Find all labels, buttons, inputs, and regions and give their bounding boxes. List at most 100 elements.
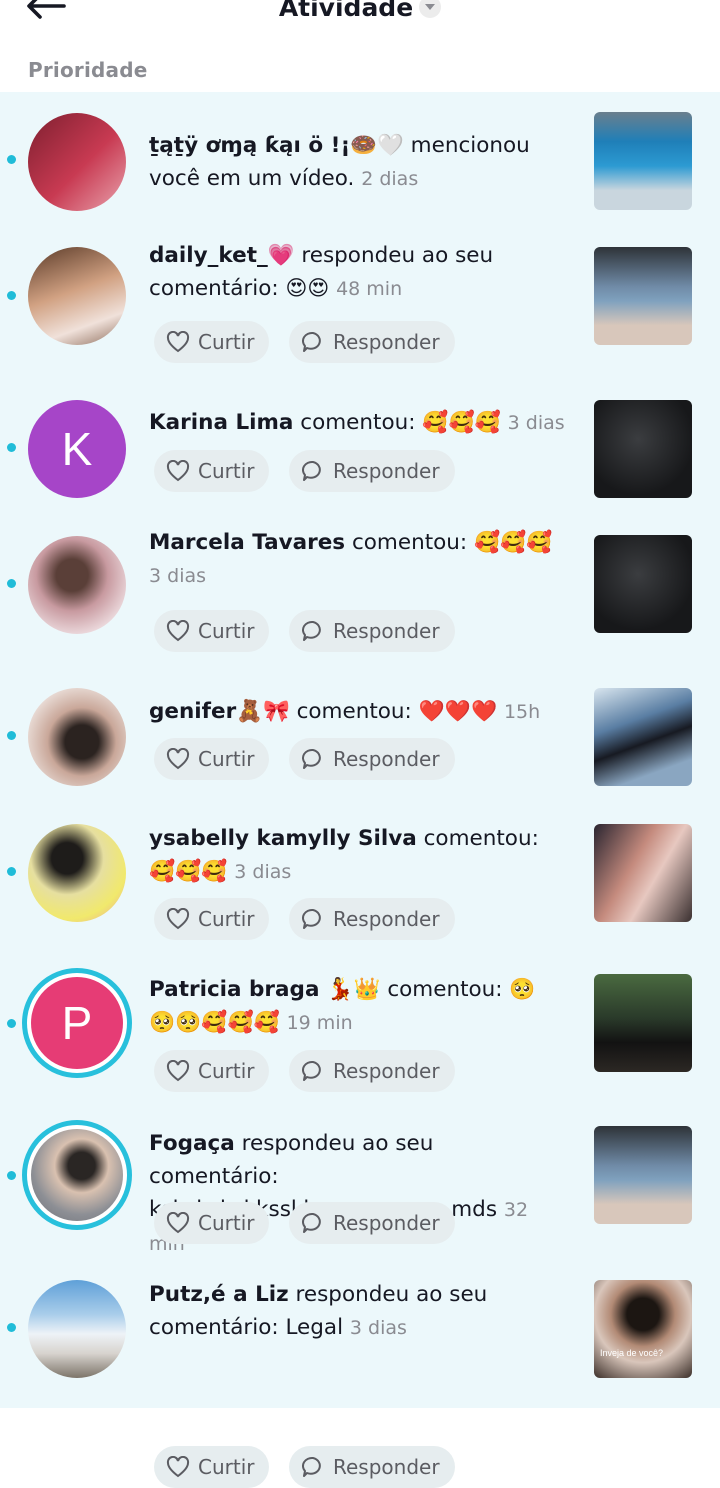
activity-action: comentou:: [423, 826, 539, 851]
top-bar: Atividade: [0, 0, 720, 40]
action-row: Curtir Responder: [154, 1050, 455, 1092]
timestamp: 15h: [503, 701, 541, 723]
reply-button[interactable]: Responder: [289, 610, 455, 652]
reply-button[interactable]: Responder: [289, 1202, 455, 1244]
reply-button[interactable]: Responder: [289, 321, 455, 363]
reply-label: Responder: [333, 747, 440, 771]
user-name[interactable]: Patricia braga 💃👑: [149, 977, 380, 1002]
activity-text: Karina Lima comentou: 🥰🥰🥰 3 dias: [149, 406, 569, 440]
reply-label: Responder: [333, 1455, 440, 1479]
avatar[interactable]: K: [28, 400, 126, 498]
action-row: Curtir Responder: [154, 450, 455, 492]
activity-list: ṯąṯÿ ơɱą ƙąı ö !¡🍩🤍 mencionou você em um…: [0, 92, 720, 1488]
activity-text: Putz,é a Liz respondeu ao seu comentário…: [149, 1278, 569, 1345]
user-name[interactable]: genifer🧸🎀: [149, 699, 290, 724]
unread-dot: [7, 1171, 16, 1180]
activity-action: comentou:: [296, 699, 412, 724]
page-title-label: Atividade: [278, 0, 414, 22]
caret-down-icon: [419, 0, 442, 18]
unread-dot: [7, 867, 16, 876]
video-thumbnail[interactable]: [594, 1126, 692, 1224]
like-label: Curtir: [198, 619, 255, 643]
page-title[interactable]: Atividade: [0, 0, 720, 26]
unread-dot: [7, 731, 16, 740]
heart-icon: [166, 331, 190, 353]
user-name[interactable]: daily_ket_💗: [149, 243, 295, 268]
heart-icon: [166, 620, 190, 642]
action-row: Curtir Responder: [154, 610, 455, 652]
unread-dot: [7, 1323, 16, 1332]
timestamp: 3 dias: [149, 565, 207, 587]
avatar[interactable]: [22, 1120, 132, 1230]
comment-bubble-icon: [302, 331, 321, 352]
comment-text: 🥰🥰🥰: [474, 530, 553, 554]
unread-dot: [7, 291, 16, 300]
like-label: Curtir: [198, 1455, 255, 1479]
comment-text: 🥰🥰🥰: [149, 859, 228, 883]
like-label: Curtir: [198, 459, 255, 483]
reply-button[interactable]: Responder: [289, 898, 455, 940]
like-label: Curtir: [198, 747, 255, 771]
unread-dot: [7, 443, 16, 452]
comment-text: 😍😍: [285, 276, 330, 300]
avatar[interactable]: [28, 824, 126, 922]
like-button[interactable]: Curtir: [154, 450, 269, 492]
user-name[interactable]: ysabelly kamylly Silva: [149, 826, 417, 851]
video-thumbnail[interactable]: [594, 247, 692, 345]
unread-dot: [7, 579, 16, 588]
video-thumbnail[interactable]: Inveja de você?: [594, 1280, 692, 1378]
activity-text: daily_ket_💗 respondeu ao seu comentário:…: [149, 239, 569, 306]
activity-text: genifer🧸🎀 comentou: ❤️❤️❤️ 15h: [149, 695, 569, 729]
unread-dot: [7, 155, 16, 164]
like-button[interactable]: Curtir: [154, 1446, 269, 1488]
like-button[interactable]: Curtir: [154, 1202, 269, 1244]
reply-button[interactable]: Responder: [289, 1050, 455, 1092]
comment-bubble-icon: [302, 460, 321, 481]
video-thumbnail[interactable]: [594, 688, 692, 786]
like-label: Curtir: [198, 907, 255, 931]
avatar-initial: P: [31, 977, 123, 1069]
avatar[interactable]: [28, 688, 126, 786]
timestamp: 48 min: [336, 278, 403, 300]
user-name[interactable]: Karina Lima: [149, 410, 293, 435]
like-label: Curtir: [198, 1211, 255, 1235]
video-thumbnail[interactable]: [594, 112, 692, 210]
heart-icon: [166, 1060, 190, 1082]
video-thumbnail[interactable]: [594, 824, 692, 922]
avatar[interactable]: [28, 247, 126, 345]
user-name[interactable]: Fogaça: [149, 1131, 235, 1156]
like-button[interactable]: Curtir: [154, 1050, 269, 1092]
action-row: Curtir Responder: [154, 321, 455, 363]
timestamp: 3 dias: [234, 861, 292, 883]
reply-label: Responder: [333, 330, 440, 354]
action-row: Curtir Responder: [154, 898, 455, 940]
user-name[interactable]: Putz,é a Liz: [149, 1282, 289, 1307]
avatar[interactable]: [28, 113, 126, 211]
reply-button[interactable]: Responder: [289, 1446, 455, 1488]
action-row: Curtir Responder: [154, 738, 455, 780]
like-button[interactable]: Curtir: [154, 610, 269, 652]
activity-action: comentou:: [351, 530, 468, 555]
like-button[interactable]: Curtir: [154, 321, 269, 363]
reply-button[interactable]: Responder: [289, 450, 455, 492]
avatar[interactable]: [28, 1280, 126, 1378]
user-name[interactable]: Marcela Tavares: [149, 530, 345, 555]
video-thumbnail[interactable]: [594, 535, 692, 633]
video-thumbnail[interactable]: [594, 974, 692, 1072]
heart-icon: [166, 460, 190, 482]
comment-bubble-icon: [302, 1212, 321, 1233]
avatar[interactable]: [28, 536, 126, 634]
timestamp: 2 dias: [361, 168, 419, 190]
video-thumbnail[interactable]: [594, 400, 692, 498]
like-button[interactable]: Curtir: [154, 738, 269, 780]
like-button[interactable]: Curtir: [154, 898, 269, 940]
activity-text: Patricia braga 💃👑 comentou: 🥺🥺🥺🥰🥰🥰 19 mi…: [149, 973, 559, 1040]
reply-button[interactable]: Responder: [289, 738, 455, 780]
unread-dot: [7, 1019, 16, 1028]
thumbnail-caption: Inveja de você?: [600, 1348, 664, 1358]
user-name[interactable]: ṯąṯÿ ơɱą ƙąı ö !¡🍩🤍: [149, 133, 404, 158]
reply-label: Responder: [333, 907, 440, 931]
activity-text: Marcela Tavares comentou: 🥰🥰🥰 3 dias: [149, 526, 559, 593]
comment-bubble-icon: [302, 1456, 321, 1477]
avatar[interactable]: P: [22, 968, 132, 1078]
